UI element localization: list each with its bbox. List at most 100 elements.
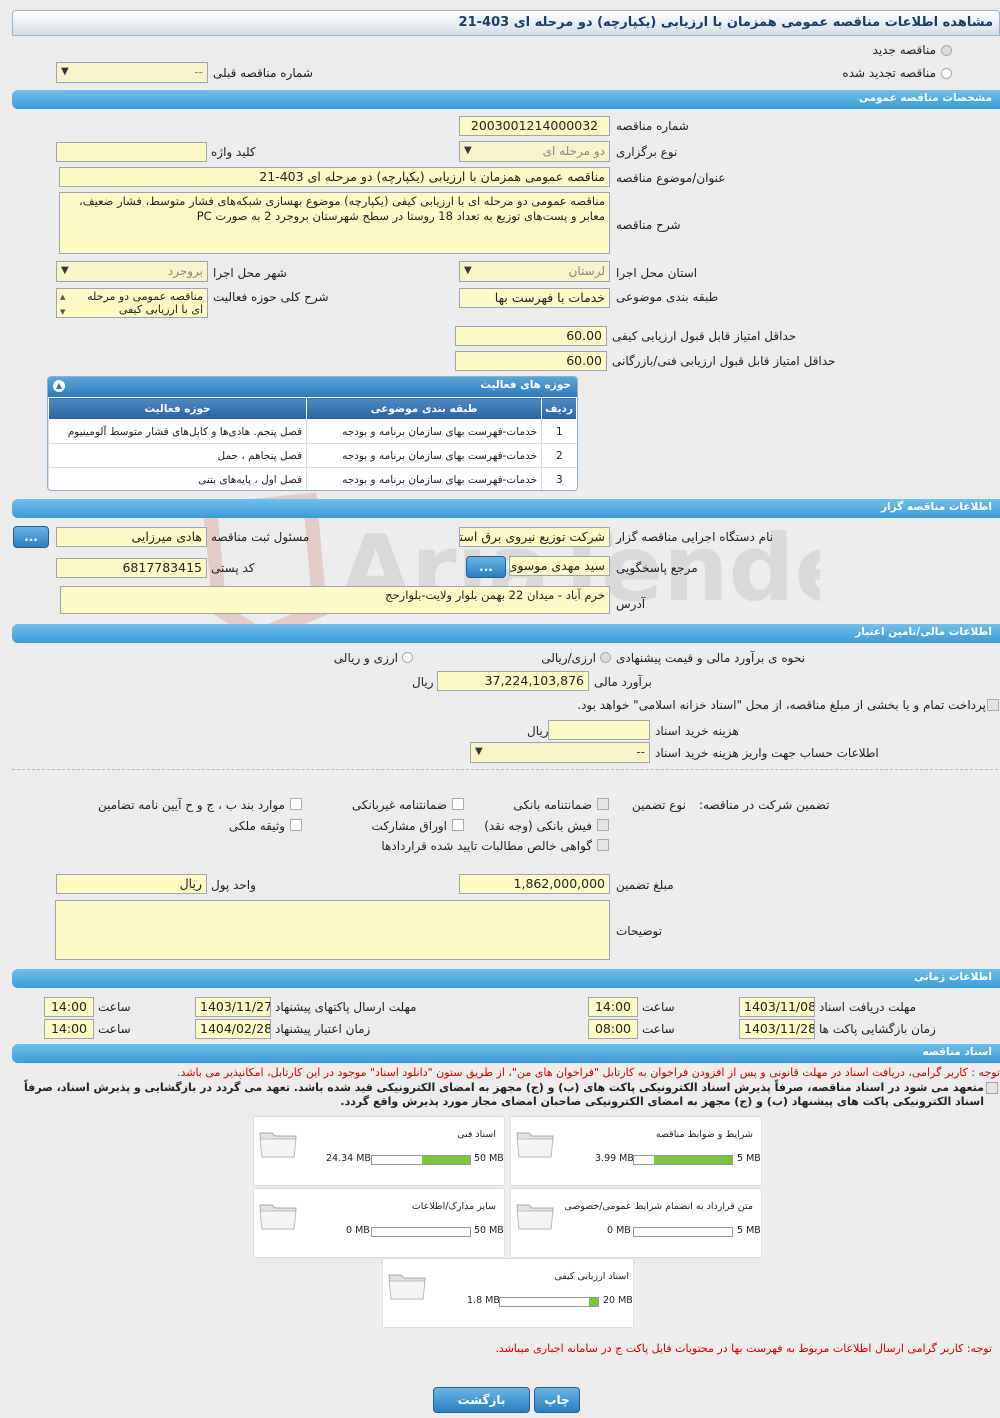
g6-checkbox[interactable] [290, 819, 302, 831]
submit-date[interactable]: 1403/11/27 [195, 997, 271, 1017]
currency-field[interactable]: ریال [56, 874, 207, 894]
treasury-checkbox[interactable] [987, 699, 999, 711]
city-select[interactable]: بروجرد ▼ [56, 261, 208, 282]
file-name: متن قرارداد به انضمام شرایط عمومی/خصوصی [564, 1201, 753, 1212]
doc-note-2: متعهد می شود در اسناد مناقصه، صرفاً پذیر… [24, 1081, 984, 1108]
activity-panel: حوزه های فعالیت ▲ ردیف طبقه بندی موضوعی … [47, 376, 578, 491]
file-size: 3.99 MB [595, 1153, 634, 1164]
g5-checkbox[interactable] [452, 819, 464, 831]
file-size: 1.8 MB [467, 1295, 500, 1306]
time-label: ساعت [642, 1022, 675, 1036]
radio-method-2[interactable] [402, 652, 413, 663]
g3-label: موارد بند ب ، ج و ح آیین نامه تضامین [97, 798, 285, 812]
table-row: 1 خدمات-فهرست بهای سازمان برنامه و بودجه… [48, 419, 577, 444]
doc-receive-time[interactable]: 14:00 [588, 997, 638, 1017]
time-label: ساعت [642, 1000, 675, 1014]
submit-label: مهلت ارسال پاکتهای پیشنهاد [275, 1000, 417, 1014]
col-row: ردیف [541, 397, 577, 420]
prev-number-select[interactable]: -- ▼ [56, 62, 208, 83]
collapse-icon[interactable]: ▲ [53, 380, 65, 392]
category-field[interactable]: خدمات با فهرست بها [459, 288, 610, 308]
file-card[interactable]: شرایط و ضوابط مناقصه 3.99 MB 5 MB [510, 1116, 762, 1186]
account-select[interactable]: -- ▼ [470, 742, 650, 763]
chevron-down-icon: ▼ [464, 265, 472, 276]
subject-label: عنوان/موضوع مناقصه [616, 171, 726, 185]
open-time[interactable]: 08:00 [588, 1019, 638, 1039]
keyword-field[interactable] [56, 142, 207, 162]
g7-label: گواهی خالص مطالبات تایید شده قراردادها [381, 839, 592, 853]
file-card[interactable]: اسناد فنی 24.34 MB 50 MB [253, 1116, 505, 1186]
g3-checkbox[interactable] [290, 798, 302, 810]
registrar-more-button[interactable]: ... [13, 526, 49, 548]
amount-label: مبلغ تضمین [616, 878, 674, 892]
validity-date[interactable]: 1404/02/28 [195, 1019, 271, 1039]
progress-fill [421, 1156, 470, 1164]
guarantee-label: تضمین شرکت در مناقصه: [699, 798, 830, 812]
file-card[interactable]: اسناد ارزیابی کیفی 1.8 MB 20 MB [382, 1258, 634, 1328]
activity-desc-field[interactable]: مناقصه عمومی دو مرحله ای با ارزیابی کیفی… [56, 288, 208, 318]
activity-panel-header: حوزه های فعالیت ▲ [48, 377, 577, 397]
cell: فصل پنجاهم ، حمل [48, 443, 307, 468]
scroll-down-icon[interactable]: ▼ [60, 306, 65, 317]
postal-field[interactable]: 6817783415 [56, 558, 207, 578]
print-button[interactable]: چاپ [534, 1387, 580, 1413]
folder-icon [259, 1132, 297, 1158]
open-label: زمان بازگشایی پاکت ها [819, 1022, 936, 1036]
chevron-down-icon: ▼ [61, 66, 69, 77]
doc-receive-date[interactable]: 1403/11/08 [739, 997, 815, 1017]
contact-field[interactable]: سید مهدی موسوی [509, 556, 610, 576]
amount-field[interactable]: 1,862,000,000 [459, 874, 610, 894]
subject-field[interactable]: مناقصه عمومی همزمان با ارزیابی (یکپارچه)… [59, 167, 610, 187]
section-organizer: اطلاعات مناقصه گزار [12, 499, 1000, 518]
file-card[interactable]: سایر مدارک/اطلاعات 0 MB 50 MB [253, 1188, 505, 1258]
doc-fee-field[interactable] [548, 720, 650, 740]
folder-icon [516, 1132, 554, 1158]
table-row: 2 خدمات-فهرست بهای سازمان برنامه و بودجه… [48, 443, 577, 468]
file-size: 24.34 MB [326, 1153, 371, 1164]
tender-number-field[interactable]: 2003001214000032 [459, 116, 610, 136]
radio-method-1[interactable] [600, 652, 611, 663]
notes-field[interactable] [55, 900, 610, 960]
open-date[interactable]: 1403/11/28 [739, 1019, 815, 1039]
estimate-field[interactable]: 37,224,103,876 [437, 671, 589, 691]
cell: فصل اول ، پایه‌های بتنی [48, 467, 307, 490]
g2-checkbox[interactable] [452, 798, 464, 810]
doc-receive-label: مهلت دریافت اسناد [819, 1000, 917, 1014]
prev-number-label: شماره مناقصه قبلی [213, 66, 313, 80]
activity-panel-title: حوزه های فعالیت [480, 379, 571, 391]
cell: 3 [541, 467, 577, 490]
scroll-up-icon[interactable]: ▲ [60, 291, 65, 304]
type-value: دو مرحله ای [542, 144, 605, 158]
org-label: نام دستگاه اجرایی مناقصه گزار [616, 530, 774, 544]
estimate-unit: ریال [412, 675, 434, 689]
type-select[interactable]: دو مرحله ای ▼ [459, 141, 610, 162]
commitment-checkbox[interactable] [986, 1082, 998, 1094]
back-button[interactable]: بازگشت [433, 1387, 530, 1413]
validity-time[interactable]: 14:00 [44, 1019, 94, 1039]
table-row: 3 خدمات-فهرست بهای سازمان برنامه و بودجه… [48, 467, 577, 490]
file-progress [371, 1155, 471, 1165]
org-field[interactable]: شرکت توزیع نیروی برق استان [459, 527, 610, 547]
province-select[interactable]: لرستان ▼ [459, 261, 610, 282]
g1-checkbox[interactable] [597, 798, 609, 810]
radio-new[interactable] [941, 45, 952, 56]
account-label: اطلاعات حساب جهت واریز هزینه خرید اسناد [655, 746, 879, 760]
cell: خدمات-فهرست بهای سازمان برنامه و بودجه [306, 443, 542, 468]
category-label: طبقه بندی موضوعی [616, 290, 719, 304]
page-title: مشاهده اطلاعات مناقصه عمومی همزمان با ار… [12, 10, 1000, 36]
file-card[interactable]: متن قرارداد به انضمام شرایط عمومی/خصوصی … [510, 1188, 762, 1258]
section-general: مشخصات مناقصه عمومی [12, 90, 1000, 109]
g7-checkbox[interactable] [597, 839, 609, 851]
description-field[interactable]: مناقصه عمومی دو مرحله ای با ارزیابی کیفی… [59, 192, 610, 254]
chevron-down-icon: ▼ [475, 746, 483, 757]
radio-renewed[interactable] [941, 68, 952, 79]
min-tech-field[interactable]: 60.00 [455, 351, 607, 371]
min-quality-field[interactable]: 60.00 [455, 326, 607, 346]
g4-checkbox[interactable] [597, 819, 609, 831]
address-field[interactable]: خرم آباد - میدان 22 بهمن بلوار ولایت-بلو… [60, 586, 610, 614]
cell: فصل پنجم. هادی‌ها و کابل‌های فشار متوسط … [48, 419, 307, 444]
registrar-field[interactable]: هادی میرزایی [56, 527, 207, 547]
min-tech-label: حداقل امتیاز قابل قبول ارزیابی فنی/بازرگ… [612, 354, 836, 368]
contact-more-button[interactable]: ... [466, 556, 506, 578]
submit-time[interactable]: 14:00 [44, 997, 94, 1017]
